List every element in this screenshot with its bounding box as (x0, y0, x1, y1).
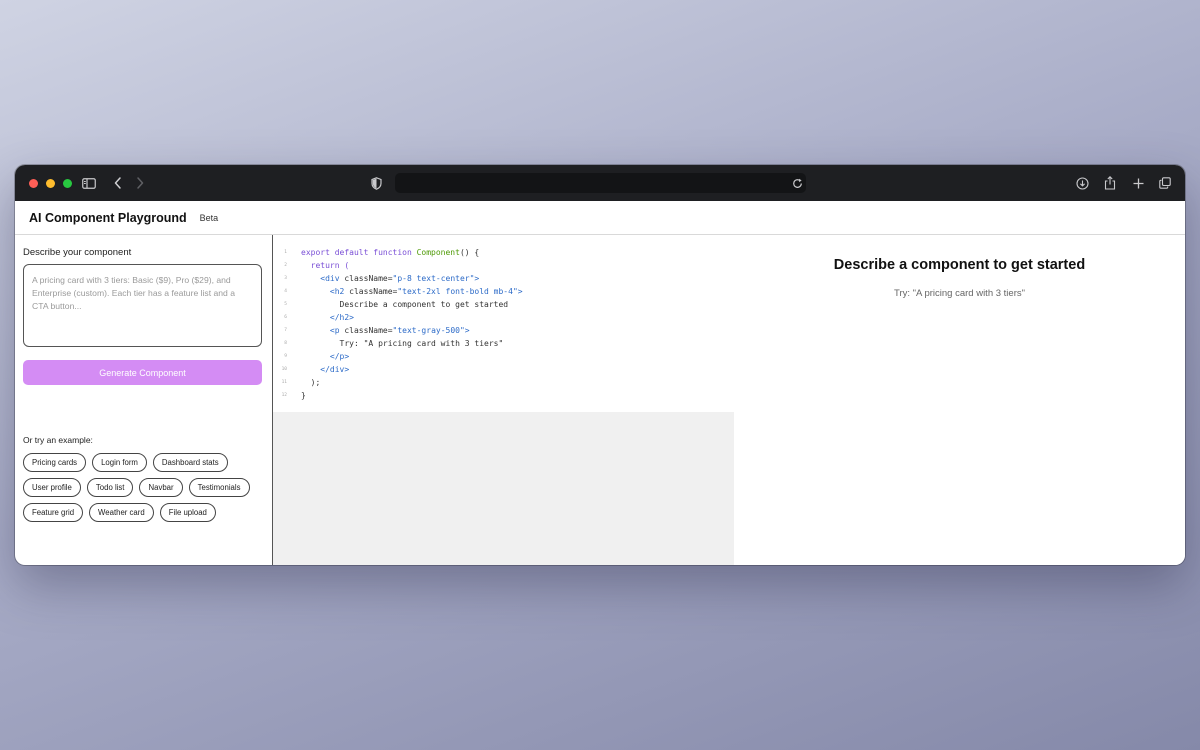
maximize-window-button[interactable] (63, 178, 72, 188)
example-chip-dashboard-stats[interactable]: Dashboard stats (152, 453, 228, 472)
line-number: 4 (284, 289, 287, 294)
generate-component-button[interactable]: Generate Component (23, 360, 262, 385)
chip-row: Feature grid Weather card File upload (23, 503, 263, 522)
line-number: 8 (284, 341, 287, 346)
traffic-lights (29, 178, 72, 188)
shield-icon (369, 165, 383, 201)
code-tag: > (517, 287, 523, 296)
line-number: 2 (284, 263, 287, 268)
example-chip-feature-grid[interactable]: Feature grid (23, 503, 84, 522)
code-line: 9 </p> (273, 350, 734, 363)
browser-window: AI Component Playground Beta Describe yo… (15, 165, 1185, 565)
code-attr: className= (344, 274, 393, 283)
code-string: "text-2xl font-bold mb-4" (397, 287, 518, 296)
code-line: 1 export default function Component() { (273, 246, 734, 259)
share-icon[interactable] (1103, 165, 1117, 201)
code-line: 4 <h2 className= "text-2xl font-bold mb-4… (273, 285, 734, 298)
code-line: 11 ); (273, 376, 734, 389)
main-content: Describe your component Generate Compone… (15, 235, 1185, 565)
code-tag: <div (301, 274, 345, 283)
title-bar (15, 165, 1185, 201)
app-title: AI Component Playground (29, 210, 187, 225)
chip-row: Pricing cards Login form Dashboard stats (23, 453, 263, 472)
code-attr: className= (344, 326, 393, 335)
line-number: 5 (284, 302, 287, 307)
back-icon[interactable] (111, 165, 125, 201)
code-line: 3 <div className= "p-8 text-center" > (273, 272, 734, 285)
example-chips: Pricing cards Login form Dashboard stats… (23, 453, 263, 528)
close-window-button[interactable] (29, 178, 38, 188)
forward-icon[interactable] (133, 165, 147, 201)
example-chip-login-form[interactable]: Login form (92, 453, 147, 472)
code-text: } (301, 391, 306, 400)
line-number: 1 (284, 250, 287, 255)
code-text: ); (301, 378, 321, 387)
code-tag: </h2> (301, 313, 354, 322)
line-number: 11 (281, 380, 287, 385)
example-chip-testimonials[interactable]: Testimonials (188, 478, 250, 497)
code-text: Try: "A pricing card with 3 tiers" (301, 339, 504, 348)
code-editor[interactable]: 1 export default function Component() { 2… (273, 235, 734, 412)
code-panel: 1 export default function Component() { 2… (273, 235, 734, 565)
code-string: "p-8 text-center" (392, 274, 475, 283)
code-line: 5 Describe a component to get started (273, 298, 734, 311)
tabs-icon[interactable] (1158, 165, 1172, 201)
line-number: 9 (284, 354, 287, 359)
code-string: "text-gray-500" (392, 326, 465, 335)
app-header: AI Component Playground Beta (15, 201, 1185, 235)
example-chip-user-profile[interactable]: User profile (23, 478, 81, 497)
code-function-name: Component (416, 248, 460, 257)
beta-badge: Beta (199, 212, 219, 223)
preview-subtitle: Try: "A pricing card with 3 tiers" (894, 288, 1025, 299)
code-tag: <h2 (301, 287, 350, 296)
code-tag: </div> (301, 365, 350, 374)
example-chip-navbar[interactable]: Navbar (139, 478, 183, 497)
reload-icon[interactable] (790, 165, 804, 201)
line-number: 3 (284, 276, 287, 281)
code-line: 8 Try: "A pricing card with 3 tiers" (273, 337, 734, 350)
code-keyword: return ( (301, 261, 350, 270)
code-tag: </p> (301, 352, 350, 361)
example-chip-pricing-cards[interactable]: Pricing cards (23, 453, 87, 472)
code-keyword: export default function (301, 248, 417, 257)
line-number: 12 (281, 393, 287, 398)
example-chip-file-upload[interactable]: File upload (159, 503, 216, 522)
sidebar-icon[interactable] (81, 165, 97, 201)
address-bar[interactable] (395, 173, 806, 193)
code-text: Describe a component to get started (301, 300, 509, 309)
preview-panel: Describe a component to get started Try:… (734, 235, 1185, 565)
code-line: 6 </h2> (273, 311, 734, 324)
code-line: 2 return ( (273, 259, 734, 272)
examples-label: Or try an example: (23, 435, 93, 445)
prompt-panel: Describe your component Generate Compone… (15, 235, 273, 565)
line-number: 10 (281, 367, 287, 372)
code-attr: className= (349, 287, 398, 296)
code-line: 12} (273, 389, 734, 402)
prompt-label: Describe your component (23, 247, 132, 258)
minimize-window-button[interactable] (46, 178, 55, 188)
chip-row: User profile Todo list Navbar Testimonia… (23, 478, 263, 497)
line-number: 7 (284, 328, 287, 333)
code-tag: <p (301, 326, 345, 335)
code-tag: > (474, 274, 480, 283)
code-line: 10 </div> (273, 363, 734, 376)
code-tag: > (464, 326, 470, 335)
example-chip-weather-card[interactable]: Weather card (89, 503, 154, 522)
line-number: 6 (284, 315, 287, 320)
code-text: () { (459, 248, 480, 257)
component-description-input[interactable] (23, 264, 262, 347)
code-line: 7 <p className= "text-gray-500" > (273, 324, 734, 337)
preview-title: Describe a component to get started (833, 257, 1086, 273)
example-chip-todo-list[interactable]: Todo list (86, 478, 134, 497)
new-tab-icon[interactable] (1131, 165, 1145, 201)
download-icon[interactable] (1075, 165, 1089, 201)
